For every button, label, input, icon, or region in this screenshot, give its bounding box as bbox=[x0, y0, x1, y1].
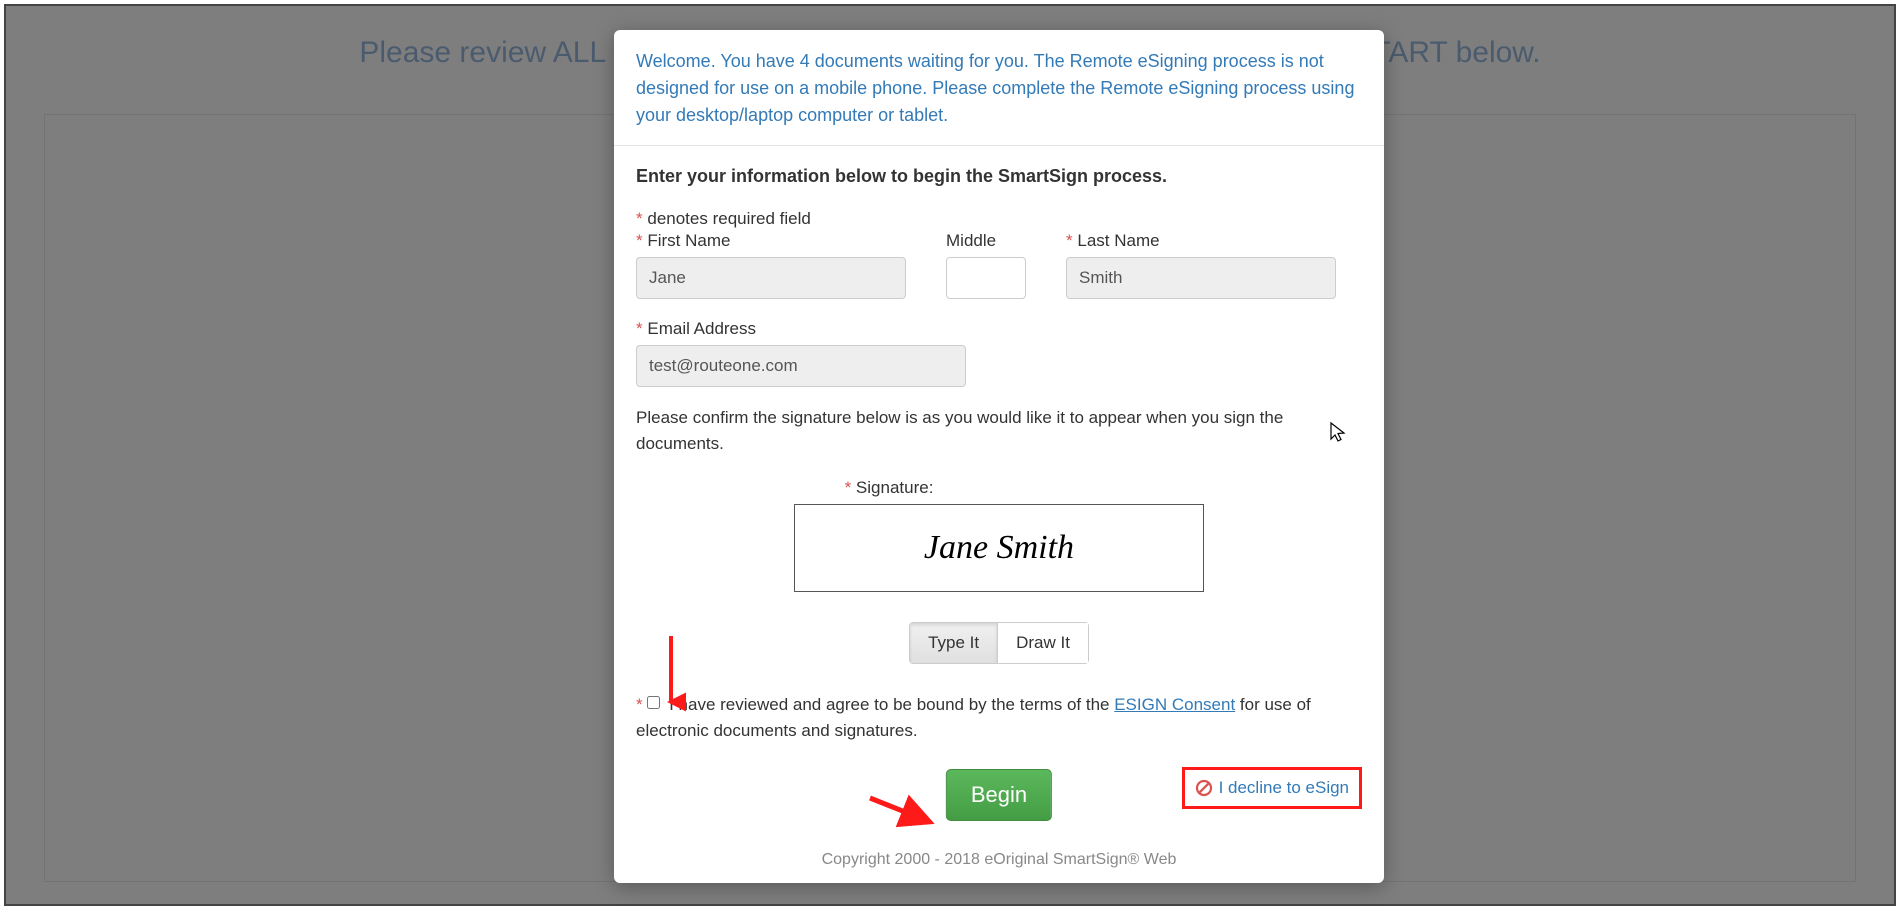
first-name-input[interactable] bbox=[636, 257, 906, 299]
required-field-note: * denotes required field bbox=[636, 209, 1362, 229]
signature-mode-toggle: Type It Draw It bbox=[909, 622, 1089, 664]
smartsign-modal: Welcome. You have 4 documents waiting fo… bbox=[614, 30, 1384, 883]
middle-name-input[interactable] bbox=[946, 257, 1026, 299]
consent-row: * I have reviewed and agree to be bound … bbox=[636, 692, 1362, 743]
signature-confirm-text: Please confirm the signature below is as… bbox=[636, 405, 1362, 456]
first-name-label: * First Name bbox=[636, 231, 906, 251]
signature-label: * Signature: bbox=[845, 478, 934, 498]
signature-preview-box[interactable]: Jane Smith bbox=[794, 504, 1204, 592]
last-name-label: * Last Name bbox=[1066, 231, 1336, 251]
begin-button[interactable]: Begin bbox=[946, 769, 1052, 821]
instruction-heading: Enter your information below to begin th… bbox=[636, 166, 1362, 187]
prohibit-icon bbox=[1195, 779, 1213, 797]
signature-preview-text: Jane Smith bbox=[924, 529, 1074, 567]
consent-text-prefix: I have reviewed and agree to be bound by… bbox=[669, 695, 1114, 714]
email-input[interactable] bbox=[636, 345, 966, 387]
type-it-button[interactable]: Type It bbox=[909, 622, 998, 664]
decline-esign-link[interactable]: I decline to eSign bbox=[1219, 778, 1349, 798]
draw-it-button[interactable]: Draw It bbox=[998, 622, 1089, 664]
consent-checkbox[interactable] bbox=[647, 696, 660, 709]
last-name-input[interactable] bbox=[1066, 257, 1336, 299]
middle-name-label: Middle bbox=[946, 231, 1026, 251]
email-label: * Email Address bbox=[636, 319, 1362, 339]
copyright-text: Copyright 2000 - 2018 eOriginal SmartSig… bbox=[636, 851, 1362, 869]
decline-highlight-box: I decline to eSign bbox=[1182, 767, 1362, 809]
esign-consent-link[interactable]: ESIGN Consent bbox=[1114, 695, 1235, 714]
welcome-message: Welcome. You have 4 documents waiting fo… bbox=[614, 30, 1384, 146]
